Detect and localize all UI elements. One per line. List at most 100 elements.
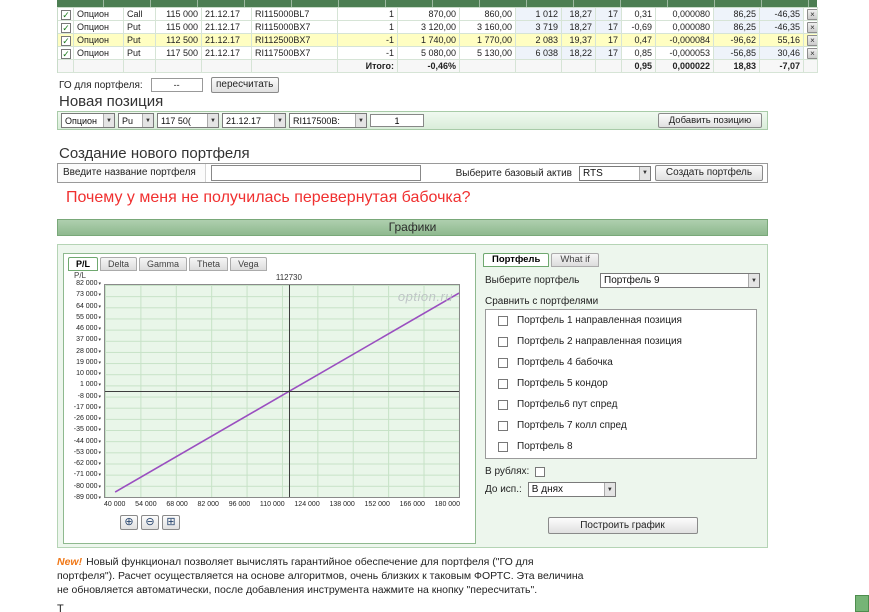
go-value: -- <box>150 78 203 92</box>
chart-tab[interactable]: P/L <box>68 257 99 271</box>
cell-ask: 1 770,00 <box>460 34 516 47</box>
option-side-select[interactable]: Pu <box>118 113 154 128</box>
instrument-type-select[interactable]: Опцион <box>61 113 115 128</box>
compare-portfolio-label: Портфель 4 бабочка <box>517 357 613 368</box>
expiry-mode-select[interactable]: В днях <box>527 482 616 497</box>
portfolio-select-label: Выберите портфель <box>485 275 580 286</box>
delete-cell[interactable]: × <box>804 34 818 47</box>
cell-theo-price: 2 083 <box>516 34 562 47</box>
x-tick-label: 166 000 <box>399 501 425 508</box>
portfolio-select[interactable]: Портфель 9 <box>600 273 760 288</box>
cell-instrument-type: Опцион <box>74 47 124 60</box>
zoom-in-button[interactable]: ⊕ <box>120 515 138 530</box>
chart-tab[interactable]: Vega <box>230 257 267 271</box>
table-row: Опцион Call 115 000 21.12.17 RI115000BL7… <box>58 8 818 21</box>
compare-checkbox[interactable] <box>498 441 508 452</box>
compare-portfolio-item[interactable]: Портфель 1 направленная позиция <box>486 310 756 331</box>
user-question-text: Почему у меня не получилась перевернутая… <box>66 189 471 206</box>
cell-theo-price: 1 012 <box>516 8 562 21</box>
compare-checkbox[interactable] <box>498 315 508 326</box>
code-select[interactable]: RI117500B: <box>289 113 367 128</box>
cell-strike: 112 500 <box>156 34 202 47</box>
totals-vega: -7,07 <box>760 60 804 73</box>
row-checkbox[interactable] <box>61 22 71 33</box>
x-axis-labels: 40 000 54 000 68 000 82 000 96 000 110 000 124… <box>104 501 460 508</box>
totals-delta: 0,95 <box>622 60 656 73</box>
zoom-controls: ⊕ ⊖ ⊞ <box>120 515 180 530</box>
compare-checkbox[interactable] <box>498 420 508 431</box>
rubles-checkbox[interactable] <box>535 466 546 477</box>
plot-area[interactable]: 112730 option.ru <box>104 273 460 498</box>
compare-portfolio-item[interactable]: Портфель 5 кондор <box>486 373 756 394</box>
row-checkbox-cell[interactable] <box>58 21 74 34</box>
x-tick-label: 138 000 <box>329 501 355 508</box>
y-tick-label: -17 000 <box>74 404 101 412</box>
row-checkbox[interactable] <box>61 35 71 46</box>
y-tick-label: 46 000 <box>76 325 101 333</box>
y-tick-label: 64 000 <box>76 303 101 311</box>
cell-quantity: -1 <box>338 47 398 60</box>
compare-checkbox[interactable] <box>498 336 508 347</box>
zoom-reset-button[interactable]: ⊞ <box>162 515 180 530</box>
delete-row-button[interactable]: × <box>807 35 817 46</box>
cell-quantity: 1 <box>338 21 398 34</box>
portfolio-panel: Портфель What if Выберите портфель Портфе… <box>481 253 764 544</box>
cell-strike: 117 500 <box>156 47 202 60</box>
y-tick-label: 82 000 <box>76 280 101 288</box>
go-row: ГО для портфеля: -- пересчитать <box>59 77 279 93</box>
compare-portfolio-label: Портфель6 пут спред <box>517 399 618 410</box>
zoom-out-button[interactable]: ⊖ <box>141 515 159 530</box>
create-portfolio-button[interactable]: Создать портфель <box>655 165 763 181</box>
cell-delta: 0,31 <box>622 8 656 21</box>
y-tick-label: -62 000 <box>74 460 101 468</box>
x-tick-label: 110 000 <box>259 501 285 508</box>
delete-cell[interactable]: × <box>804 47 818 60</box>
portfolio-tab[interactable]: Портфель <box>483 253 550 267</box>
cell-expiry: 21.12.17 <box>202 47 252 60</box>
compare-portfolio-item[interactable]: Портфель 4 бабочка <box>486 352 756 373</box>
delete-row-button[interactable]: × <box>807 22 817 33</box>
delete-cell[interactable]: × <box>804 8 818 21</box>
cell-gamma: -0,000084 <box>656 34 714 47</box>
row-checkbox[interactable] <box>61 48 71 59</box>
delete-row-button[interactable]: × <box>807 48 817 59</box>
totals-gamma: 0,000022 <box>656 60 714 73</box>
delete-cell[interactable]: × <box>804 21 818 34</box>
base-asset-select[interactable]: RTS <box>579 165 651 181</box>
scrollbar-corner[interactable] <box>855 595 869 612</box>
cell-iv: 18,22 <box>562 47 596 60</box>
chart-tab[interactable]: Delta <box>100 257 138 271</box>
cell-vega: -46,35 <box>760 8 804 21</box>
chart-tabs: P/L Delta Gamma Theta Vega <box>68 257 269 271</box>
row-checkbox-cell[interactable] <box>58 47 74 60</box>
compare-portfolio-item[interactable]: Портфель 2 направленная позиция <box>486 331 756 352</box>
strike-select[interactable]: 117 50( <box>157 113 219 128</box>
quantity-input[interactable] <box>370 114 424 127</box>
site-watermark: option.ru <box>397 289 453 304</box>
compare-checkbox[interactable] <box>498 378 508 389</box>
compare-checkbox[interactable] <box>498 357 508 368</box>
recalculate-button[interactable]: пересчитать <box>210 77 279 93</box>
row-checkbox-cell[interactable] <box>58 8 74 21</box>
compare-checkbox[interactable] <box>498 399 508 410</box>
y-tick-label: -89 000 <box>74 494 101 502</box>
row-checkbox-cell[interactable] <box>58 34 74 47</box>
cell-option-side: Put <box>124 34 156 47</box>
chart-tab[interactable]: Gamma <box>139 257 188 271</box>
new-position-strip: Опцион Pu 117 50( 21.12.17 RI117500B: До… <box>57 111 768 130</box>
add-position-button[interactable]: Добавить позицию <box>658 113 762 128</box>
row-checkbox[interactable] <box>61 9 71 20</box>
build-chart-button[interactable]: Построить график <box>547 517 698 534</box>
compare-portfolio-item[interactable]: Портфель 7 колл спред <box>486 415 756 436</box>
delete-row-button[interactable]: × <box>807 9 817 20</box>
y-axis-title: P/L <box>74 271 87 280</box>
cell-ask: 5 130,00 <box>460 47 516 60</box>
chart-tab[interactable]: Theta <box>189 257 229 271</box>
portfolio-tab[interactable]: What if <box>551 253 599 267</box>
cell-instrument-type: Опцион <box>74 8 124 21</box>
cell-vega: 30,46 <box>760 47 804 60</box>
compare-portfolio-item[interactable]: Портфель 8 <box>486 436 756 457</box>
expiry-select[interactable]: 21.12.17 <box>222 113 286 128</box>
compare-portfolio-item[interactable]: Портфель6 пут спред <box>486 394 756 415</box>
portfolio-name-input[interactable] <box>211 165 421 181</box>
